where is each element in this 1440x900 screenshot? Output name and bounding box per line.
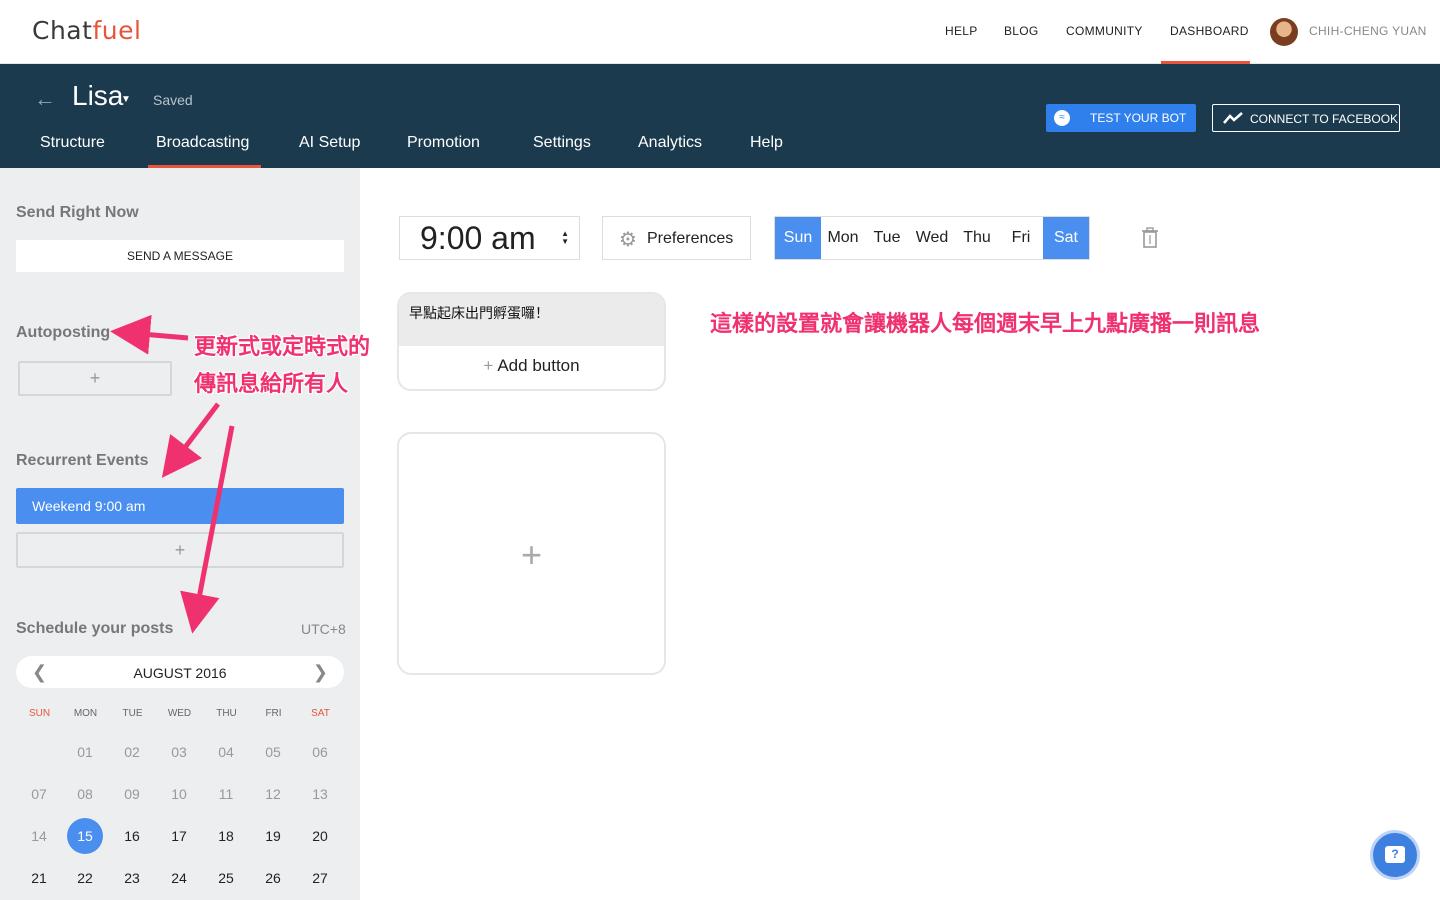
tab-analytics[interactable]: Analytics [638,134,702,152]
day-toggle-sat[interactable]: Sat [1043,217,1089,259]
calendar-day[interactable]: 23 [114,860,150,896]
save-status: Saved [153,92,193,108]
recurrent-events-title: Recurrent Events [16,452,149,469]
send-message-button[interactable]: SEND A MESSAGE [16,240,344,272]
tab-help[interactable]: Help [750,134,783,152]
message-card: 早點起床出門孵蛋囉！ + Add button [397,292,666,391]
tab-settings[interactable]: Settings [533,134,591,152]
user-name[interactable]: CHIH-CHENG YUAN [1309,24,1427,38]
calendar-day[interactable]: 27 [302,860,338,896]
chevron-down-icon[interactable]: ▼ [121,94,131,105]
tab-ai-setup[interactable]: AI Setup [299,134,360,152]
autoposting-title: Autoposting [16,324,111,341]
calendar-day[interactable]: 11 [208,776,244,812]
activity-icon [1223,112,1243,124]
annotation-left-line2: 傳訊息給所有人 [194,372,349,397]
recurrent-event-item[interactable]: Weekend 9:00 am [16,488,344,524]
weekday-header: SAT [311,708,330,719]
calendar-day[interactable]: 07 [21,776,57,812]
calendar-day[interactable]: 26 [255,860,291,896]
day-toggle-tue[interactable]: Tue [865,217,909,259]
day-toggle-fri[interactable]: Fri [999,217,1043,259]
tab-broadcasting[interactable]: Broadcasting [156,134,249,152]
trash-icon[interactable] [1140,226,1160,250]
calendar-day[interactable]: 13 [302,776,338,812]
messenger-icon: ≈ [1054,110,1070,126]
preferences-button[interactable]: ⚙ Preferences [602,216,751,260]
weekday-header: THU [216,708,237,719]
add-button-button[interactable]: + Add button [399,356,664,376]
calendar-day[interactable]: 25 [208,860,244,896]
calendar-day[interactable]: 10 [161,776,197,812]
sort-arrows-icon: ▲ ▼ [561,229,569,246]
calendar-month-bar: ❮ AUGUST 2016 ❯ [16,656,344,688]
calendar-day[interactable]: 04 [208,734,244,770]
question-icon: ? [1385,846,1405,863]
day-toggle-mon[interactable]: Mon [821,217,865,259]
nav-help-link[interactable]: HELP [945,24,978,38]
calendar-day[interactable]: 12 [255,776,291,812]
calendar-day[interactable]: 14 [21,818,57,854]
weekday-header: FRI [265,708,282,719]
calendar-day[interactable]: 01 [67,734,103,770]
tab-promotion[interactable]: Promotion [407,134,480,152]
weekday-selector: Sun Mon Tue Wed Thu Fri Sat [774,216,1090,260]
calendar-day[interactable]: 03 [161,734,197,770]
nav-dashboard-link[interactable]: DASHBOARD [1170,24,1249,38]
calendar-day[interactable]: 24 [161,860,197,896]
weekday-header: SUN [28,708,51,719]
calendar-day[interactable]: 09 [114,776,150,812]
day-toggle-thu[interactable]: Thu [955,217,999,259]
broadcast-sidebar: Send Right Now SEND A MESSAGE Autopostin… [0,168,360,900]
calendar-day[interactable]: 22 [67,860,103,896]
help-chat-button[interactable]: ? [1370,830,1420,880]
timezone-label: UTC+8 [301,621,346,637]
calendar-day[interactable]: 05 [255,734,291,770]
day-toggle-wed[interactable]: Wed [909,217,955,259]
weekday-header: MON [73,708,98,719]
calendar-day[interactable]: 16 [114,818,150,854]
nav-community-link[interactable]: COMMUNITY [1066,24,1143,38]
send-now-title: Send Right Now [16,204,139,221]
annotation-right: 這樣的設置就會讓機器人每個週末早上九點廣播一則訊息 [710,312,1261,337]
plus-icon: + [483,356,494,375]
chatfuel-logo[interactable]: Chatfuel [32,16,141,45]
plus-icon: + [520,534,543,575]
user-avatar[interactable] [1270,18,1298,46]
calendar-day[interactable]: 08 [67,776,103,812]
weekday-header: TUE [122,708,143,719]
add-autoposting-button[interactable]: + [18,361,172,396]
calendar-day[interactable]: 06 [302,734,338,770]
nav-blog-link[interactable]: BLOG [1004,24,1039,38]
day-toggle-sun[interactable]: Sun [775,217,821,259]
add-card-button[interactable]: + [397,432,666,675]
tab-structure[interactable]: Structure [40,134,105,152]
chevron-right-icon[interactable]: ❯ [313,662,328,683]
calendar-day[interactable]: 19 [255,818,291,854]
annotation-left-line1: 更新式或定時式的 [194,335,371,360]
calendar-month-label: AUGUST 2016 [133,665,227,681]
schedule-posts-title: Schedule your posts [16,620,174,637]
message-text[interactable]: 早點起床出門孵蛋囉！ [399,294,664,346]
calendar-day[interactable]: 17 [161,818,197,854]
connect-to-facebook-button[interactable]: CONNECT TO FACEBOOK [1212,104,1400,132]
calendar-day[interactable]: 15 [67,818,103,854]
add-recurrent-event-button[interactable]: + [16,532,344,568]
calendar-day[interactable]: 20 [302,818,338,854]
calendar-day[interactable]: 18 [208,818,244,854]
calendar-day[interactable]: 21 [21,860,57,896]
top-navbar: Chatfuel HELP BLOG COMMUNITY DASHBOARD C… [0,0,1440,64]
bot-header: ← Lisa ▼ Saved Structure Broadcasting AI… [0,64,1440,168]
weekday-header: WED [167,708,192,719]
calendar-day[interactable]: 02 [114,734,150,770]
test-your-bot-button[interactable]: ≈ TEST YOUR BOT [1046,104,1196,132]
bot-name[interactable]: Lisa [72,80,123,112]
time-select[interactable]: 9:00 am ▲ ▼ [399,216,580,260]
gear-icon: ⚙ [619,229,637,251]
back-arrow-icon[interactable]: ← [34,86,56,112]
